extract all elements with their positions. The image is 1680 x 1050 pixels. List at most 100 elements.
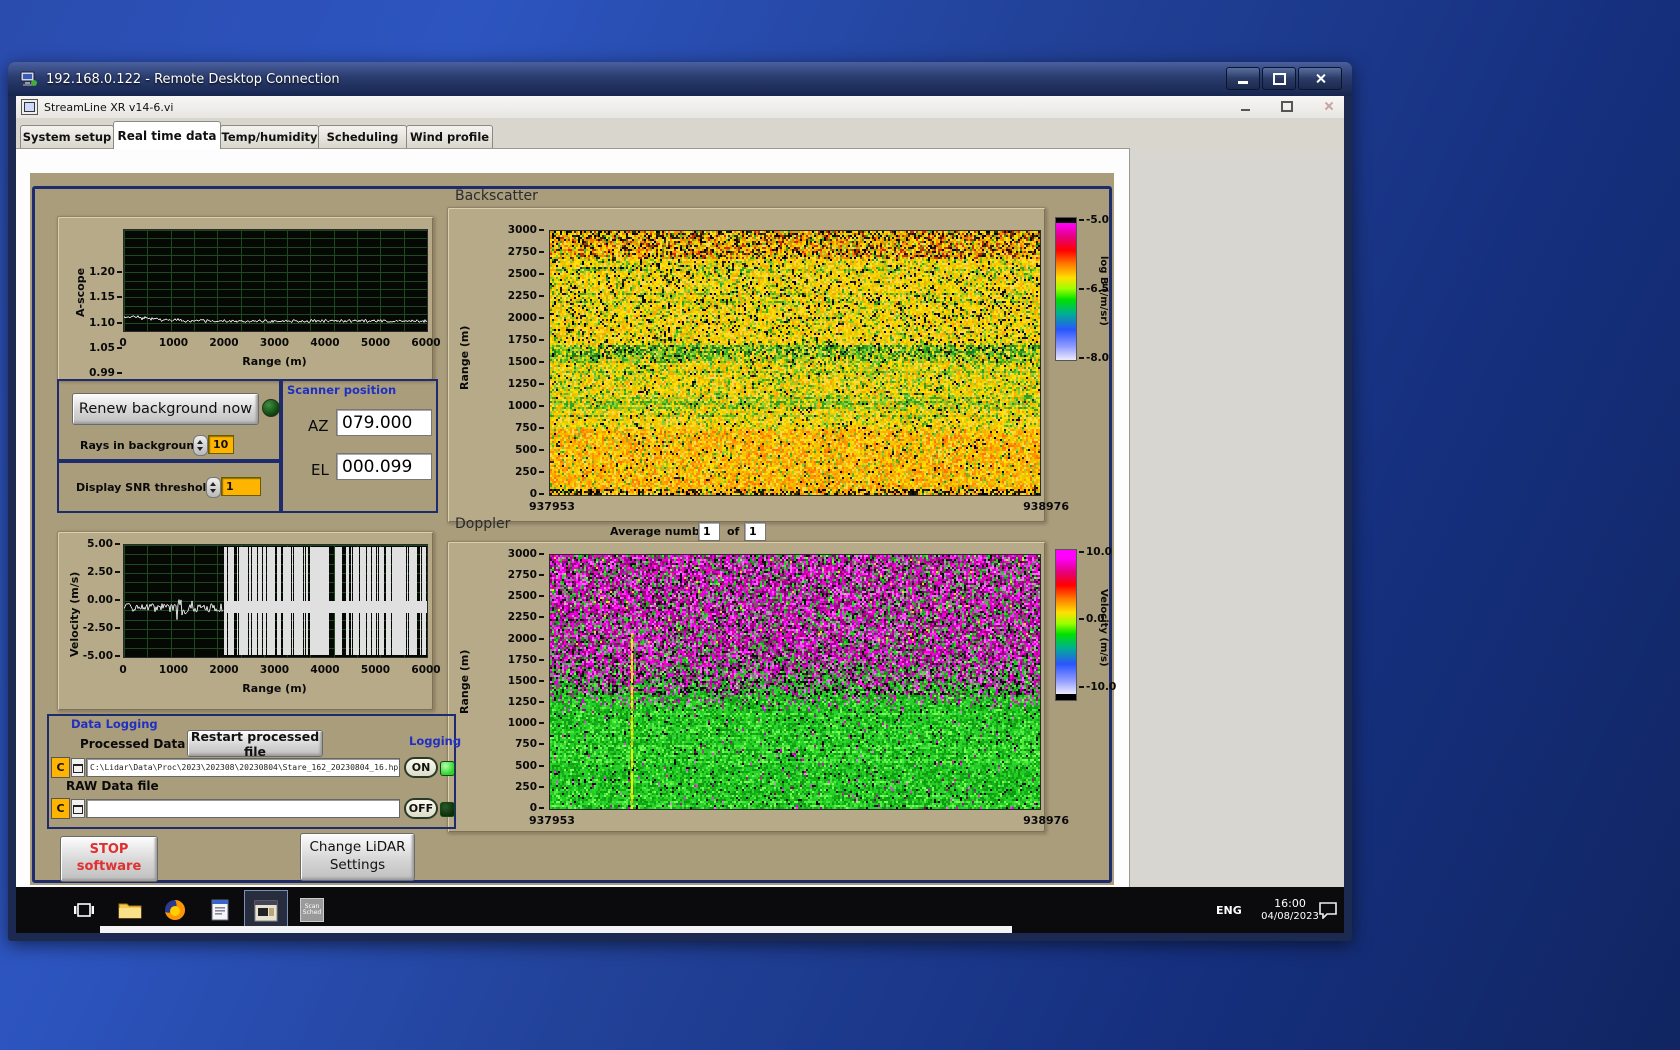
- tick-label: 6000: [411, 337, 441, 349]
- tick-label: 750: [515, 422, 544, 434]
- velocity-x-axis-label: Range (m): [242, 682, 307, 695]
- stop-software-button[interactable]: STOP software: [60, 836, 158, 882]
- scan-label-2: Sched: [302, 909, 322, 916]
- tick-label: 5000: [360, 664, 391, 676]
- average-number-field[interactable]: 1: [698, 522, 720, 541]
- app-maximize-button[interactable]: [1280, 99, 1294, 113]
- renew-background-led: [262, 399, 280, 417]
- notification-center-button[interactable]: [1316, 898, 1340, 922]
- raw-logging-led: [440, 802, 455, 817]
- processed-logging-led: [440, 761, 455, 776]
- tick-label: 1000: [158, 337, 189, 349]
- snr-threshold-label: Display SNR threshold: [76, 481, 215, 494]
- tick-label: 2000: [508, 312, 544, 324]
- backscatter-graph-frame: Range (m) 3000 2750 2500 2250 2000 1750 1500 12…: [447, 207, 1069, 523]
- raw-drive-box[interactable]: C: [51, 798, 70, 819]
- app-minimize-button[interactable]: [1238, 99, 1252, 113]
- folder-icon: [73, 805, 83, 814]
- snr-spinner[interactable]: [206, 477, 221, 498]
- doppler-x-axis: 937953 938976: [529, 814, 1069, 827]
- doppler-colorbar[interactable]: [1055, 549, 1077, 701]
- raw-browse-button[interactable]: [71, 799, 85, 818]
- doppler-x-start: 937953: [529, 814, 575, 827]
- document-icon: [211, 899, 229, 921]
- firefox-button[interactable]: [163, 898, 187, 922]
- tab-wind-profile[interactable]: Wind profile: [406, 125, 493, 148]
- tick-label: 5000: [360, 337, 391, 349]
- stop-line2: software: [76, 859, 142, 874]
- real-time-data-page: A-scope 1.20 1.15 1.10 1.05 0.99 0 1000 2000 30…: [16, 148, 1130, 888]
- backscatter-x-axis: 937953 938976: [529, 500, 1069, 513]
- rays-value-field[interactable]: 10: [208, 435, 234, 454]
- processed-browse-button[interactable]: [71, 758, 85, 777]
- scanner-box: [279, 379, 438, 513]
- velocity-x-axis: 0 1000 2000 3000 4000 5000 6000: [119, 664, 440, 676]
- scanner-position-title: Scanner position: [287, 383, 397, 397]
- task-view-button[interactable]: [72, 898, 96, 922]
- firefox-icon: [165, 900, 185, 920]
- processed-drive-box[interactable]: C: [51, 757, 70, 778]
- el-value-field[interactable]: 000.099: [336, 453, 432, 480]
- doppler-y-axis: 3000 2750 2500 2250 2000 1750 1500 1250 1000 750 5…: [500, 548, 544, 814]
- scan-scheduler-button[interactable]: Scan Sched: [300, 898, 324, 922]
- tick-label: 3000: [259, 664, 290, 676]
- tick-label: 2000: [209, 337, 239, 349]
- labview-vi-icon: [21, 99, 38, 115]
- rdp-titlebar[interactable]: 192.168.0.122 - Remote Desktop Connectio…: [8, 62, 1352, 96]
- processed-logging-switch[interactable]: ON: [404, 757, 438, 778]
- task-view-icon: [74, 903, 94, 917]
- app-titlebar[interactable]: StreamLine XR v14-6.vi: [16, 96, 1344, 119]
- tab-system-setup[interactable]: System setup: [20, 125, 114, 148]
- tab-scheduling[interactable]: Scheduling: [318, 125, 407, 148]
- tick-label: 5.00: [87, 538, 120, 550]
- tick-label: 1250: [508, 696, 544, 708]
- rdp-minimize-button[interactable]: [1226, 67, 1260, 90]
- renew-background-button[interactable]: Renew background now: [72, 393, 259, 425]
- minimize-icon: [1238, 81, 1248, 84]
- tick-label: 1000: [508, 717, 544, 729]
- tick-label: 0: [530, 802, 544, 814]
- change-lidar-settings-button[interactable]: Change LiDAR Settings: [300, 833, 415, 881]
- backscatter-colorbar[interactable]: [1055, 217, 1077, 361]
- rays-spinner[interactable]: [193, 435, 208, 456]
- rdp-window: 192.168.0.122 - Remote Desktop Connectio…: [8, 62, 1352, 941]
- tab-real-time-data[interactable]: Real time data: [113, 121, 221, 149]
- backscatter-x-start: 937953: [529, 500, 575, 513]
- language-label: ENG: [1216, 903, 1242, 917]
- tick-label: 1.10: [89, 317, 122, 329]
- document-app-button[interactable]: [208, 898, 232, 922]
- tick-label: 3000: [508, 224, 544, 236]
- ascope-y-axis: 1.20 1.15 1.10 1.05 0.99: [89, 266, 122, 379]
- stop-line1: STOP: [89, 842, 129, 858]
- change-line1: Change LiDAR: [309, 839, 406, 856]
- snr-value-field[interactable]: 1: [221, 477, 261, 496]
- rdp-close-button[interactable]: [1298, 67, 1342, 90]
- remote-session-area: StreamLine XR v14-6.vi System setup Real…: [16, 96, 1344, 933]
- average-total-field[interactable]: 1: [744, 522, 766, 541]
- raw-path-field[interactable]: [86, 799, 400, 818]
- backscatter-colorbar-label: log B (/m/sr): [1098, 255, 1109, 326]
- raw-logging-switch[interactable]: OFF: [404, 798, 438, 819]
- taskbar-edge-strip: [100, 926, 1012, 933]
- tab-temp-humidity[interactable]: Temp/humidity: [220, 125, 319, 148]
- tick-label: 250: [515, 781, 544, 793]
- tick-label: 0: [530, 488, 544, 500]
- restart-processed-file-button[interactable]: Restart processed file: [187, 729, 323, 759]
- language-indicator[interactable]: ENG: [1208, 887, 1250, 933]
- taskbar: Scan Sched ENG 16:00 04/08/2023: [16, 887, 1344, 933]
- processed-path-field[interactable]: C:\Lidar\Data\Proc\2023\202308\20230804\…: [86, 758, 400, 777]
- ascope-graph-frame: A-scope 1.20 1.15 1.10 1.05 0.99 0 1000 2000 30…: [57, 216, 441, 381]
- backscatter-heatmap: [549, 230, 1041, 496]
- file-explorer-button[interactable]: [118, 898, 142, 922]
- tick-label: 2500: [508, 590, 544, 602]
- tick-label: 0: [119, 337, 127, 349]
- app-close-button[interactable]: [1322, 99, 1336, 113]
- change-line2: Settings: [329, 857, 386, 873]
- az-value-field[interactable]: 079.000: [336, 409, 432, 436]
- folder-icon: [73, 764, 83, 773]
- backscatter-y-axis-label: Range (m): [458, 325, 471, 391]
- tick-label: 1750: [508, 334, 544, 346]
- tick-label: 1.15: [89, 291, 122, 303]
- rdp-maximize-button[interactable]: [1262, 67, 1296, 90]
- rays-in-background-label: Rays in background: [80, 439, 203, 452]
